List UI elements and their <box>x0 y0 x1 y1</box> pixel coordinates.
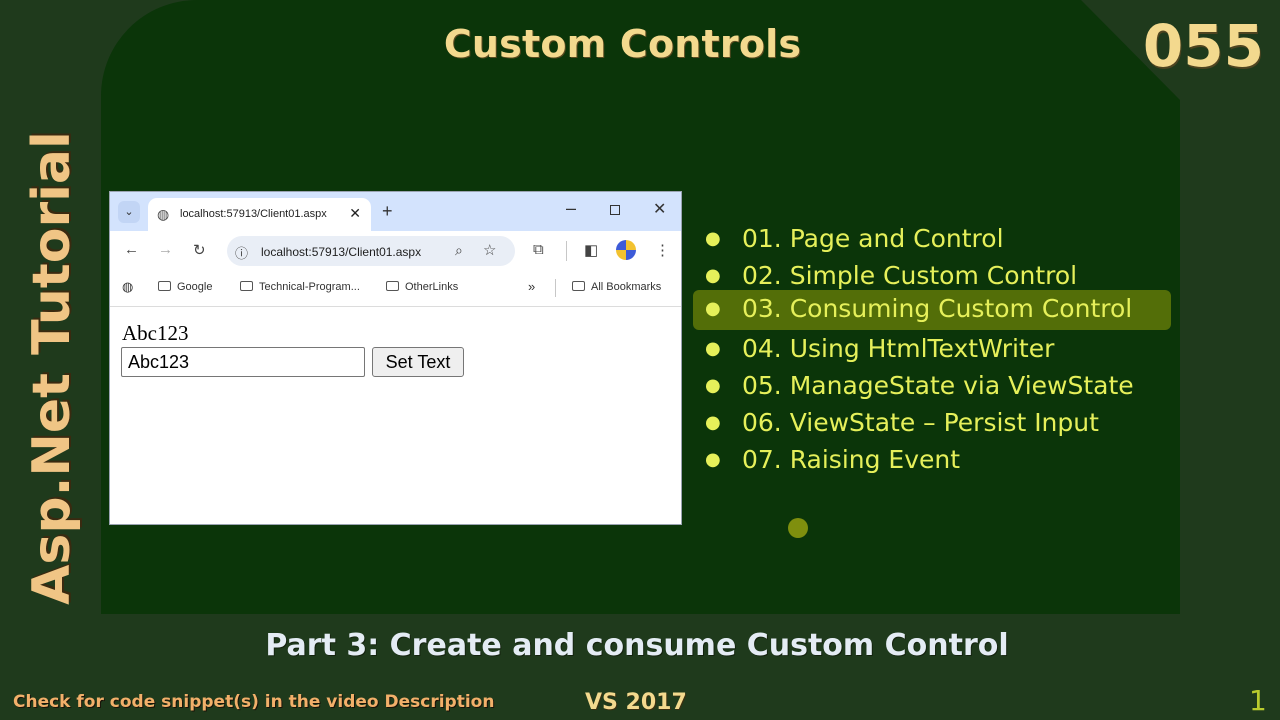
lesson-label: 07. Raising Event <box>742 445 961 474</box>
extensions-icon[interactable]: ⧉ <box>533 241 544 258</box>
bullet-icon: ● <box>705 412 721 433</box>
tab-search-icon[interactable]: ⌄ <box>118 201 140 223</box>
forward-icon[interactable]: → <box>158 241 173 258</box>
slide-title: Custom Controls <box>443 22 802 66</box>
bookmark-technical-program[interactable]: Technical-Program... <box>240 281 360 293</box>
side-panel-icon[interactable]: ◧ <box>584 241 598 259</box>
tab-title: localhost:57913/Client01.aspx <box>180 208 327 220</box>
bullet-icon: ● <box>705 449 721 470</box>
menu-icon[interactable]: ⋮ <box>655 241 670 259</box>
bookmark-label: All Bookmarks <box>591 281 662 293</box>
apps-globe-icon[interactable]: ◍ <box>122 279 133 295</box>
bullet-icon: ● <box>705 265 721 286</box>
bookmark-google[interactable]: Google <box>158 281 212 293</box>
page-label-output: Abc123 <box>122 321 189 345</box>
lesson-item: ● 05. ManageState via ViewState <box>693 367 1171 407</box>
maximize-icon[interactable] <box>610 205 620 215</box>
address-bar[interactable]: ⓘ localhost:57913/Client01.aspx ⌕ ☆ <box>227 236 515 266</box>
back-icon[interactable]: ← <box>124 241 139 258</box>
bookmark-otherlinks[interactable]: OtherLinks <box>386 281 458 293</box>
lesson-item: ● 07. Raising Event <box>693 441 1171 481</box>
profile-avatar[interactable] <box>616 240 636 260</box>
browser-window: ⌄ ◍ localhost:57913/Client01.aspx ✕ + – … <box>109 191 682 525</box>
lesson-label: 02. Simple Custom Control <box>742 261 1078 290</box>
lesson-item: ● 04. Using HtmlTextWriter <box>693 330 1171 370</box>
lesson-label: 01. Page and Control <box>742 224 1004 253</box>
text-input[interactable] <box>121 347 365 377</box>
reload-icon[interactable]: ↻ <box>193 241 206 259</box>
bullet-icon: ● <box>705 338 721 359</box>
folder-icon <box>386 281 399 291</box>
bookmarks-bar: ◍ Google Technical-Program... OtherLinks… <box>110 271 681 307</box>
more-bookmarks-icon[interactable]: » <box>528 279 535 294</box>
new-tab-icon[interactable]: + <box>382 201 393 222</box>
folder-icon <box>240 281 253 291</box>
browser-toolbar: ← → ↻ ⓘ localhost:57913/Client01.aspx ⌕ … <box>110 231 681 271</box>
bookmark-label: OtherLinks <box>405 281 459 293</box>
bullet-icon: ● <box>705 375 721 396</box>
series-title: Asp.Net Tutorial <box>22 131 82 605</box>
set-text-button[interactable]: Set Text <box>372 347 464 377</box>
footer-note: Check for code snippet(s) in the video D… <box>13 692 495 712</box>
all-bookmarks[interactable]: All Bookmarks <box>572 281 661 293</box>
episode-number: 055 <box>1142 12 1264 80</box>
tab-strip: ⌄ ◍ localhost:57913/Client01.aspx ✕ + – … <box>110 192 681 231</box>
lesson-label: 06. ViewState – Persist Input <box>742 408 1099 437</box>
lesson-label: 04. Using HtmlTextWriter <box>742 334 1055 363</box>
site-info-icon[interactable]: ⓘ <box>235 243 248 262</box>
toolbar-divider <box>566 241 567 261</box>
folder-icon <box>158 281 171 291</box>
lesson-item: ● 01. Page and Control <box>693 220 1171 260</box>
bullet-icon: ● <box>705 298 721 319</box>
address-url: localhost:57913/Client01.aspx <box>261 245 422 259</box>
bullet-icon: ● <box>705 228 721 249</box>
lesson-label: 05. ManageState via ViewState <box>742 371 1134 400</box>
close-window-icon[interactable]: ✕ <box>653 199 666 219</box>
close-tab-icon[interactable]: ✕ <box>349 205 361 222</box>
page-number: 1 <box>1249 684 1267 717</box>
bookmark-label: Google <box>177 281 213 293</box>
slide-subtitle: Part 3: Create and consume Custom Contro… <box>265 628 1009 663</box>
bookmarks-divider <box>555 279 556 297</box>
pointer-dot <box>788 518 808 538</box>
bookmark-star-icon[interactable]: ☆ <box>483 241 496 259</box>
globe-icon: ◍ <box>157 206 170 222</box>
minimize-icon[interactable]: – <box>566 198 576 219</box>
version-label: VS 2017 <box>585 690 687 715</box>
browser-tab[interactable]: ◍ localhost:57913/Client01.aspx ✕ <box>148 198 371 231</box>
zoom-icon[interactable]: ⌕ <box>455 242 463 259</box>
lesson-item-active: ● 03. Consuming Custom Control <box>693 290 1171 330</box>
lesson-item: ● 06. ViewState – Persist Input <box>693 404 1171 444</box>
bookmark-label: Technical-Program... <box>259 281 360 293</box>
lesson-label: 03. Consuming Custom Control <box>742 294 1133 323</box>
folder-icon <box>572 281 585 291</box>
